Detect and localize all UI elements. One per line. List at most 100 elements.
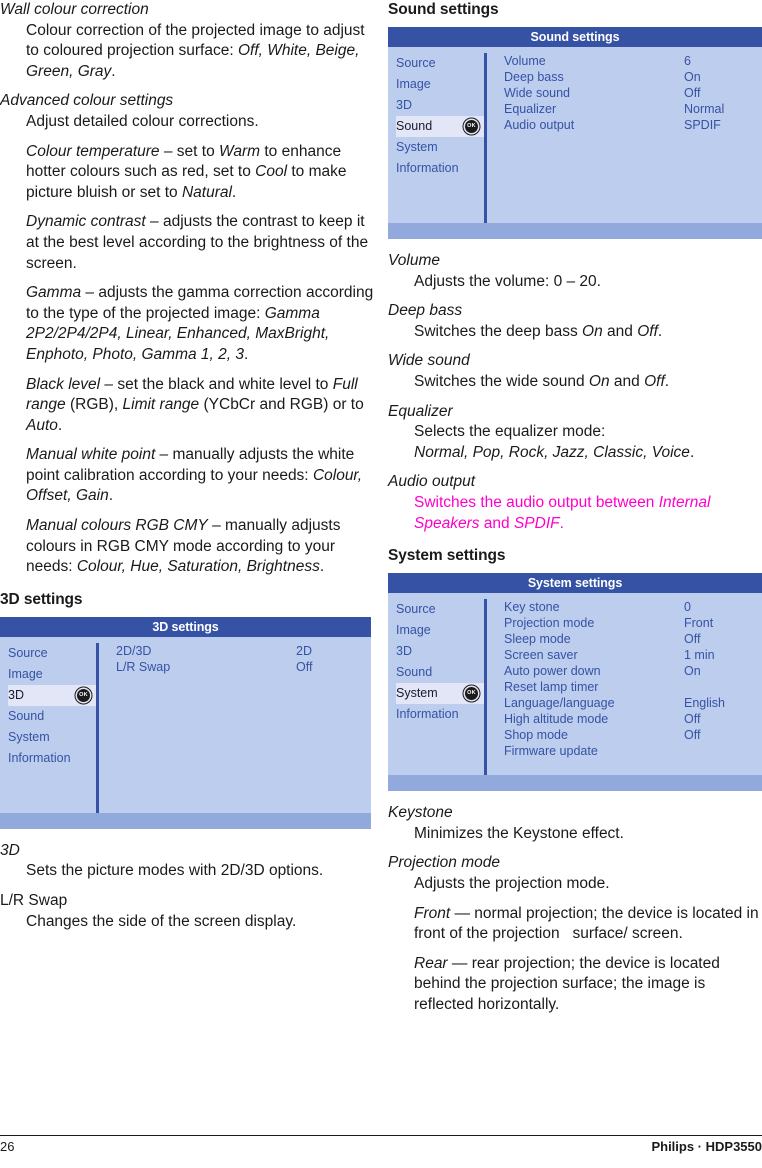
definition-term: Volume — [388, 252, 440, 269]
osd-labels-sound[interactable]: Volume Deep bass Wide sound Equalizer Audio … — [504, 53, 684, 223]
osd-nav-item-label: Information — [396, 161, 459, 175]
osd-nav-item-image[interactable]: Image — [396, 620, 484, 641]
osd-setting-label[interactable]: Firmware update — [504, 743, 684, 759]
osd-nav-item-source[interactable]: Source — [8, 643, 96, 664]
osd-nav-item-sound[interactable]: Sound OK — [396, 116, 484, 137]
sub-paragraph: Manual colours RGB CMY – manually adjust… — [26, 517, 341, 576]
sub-paragraph: Gamma – adjusts the gamma correction acc… — [26, 284, 374, 363]
manual-page: Wall colour correction Colour correction … — [0, 0, 762, 1168]
osd-setting-value: On — [684, 70, 701, 84]
osd-nav-item-label: Sound — [8, 708, 45, 723]
ok-button-icon[interactable]: OK — [465, 687, 478, 701]
definition-term: L/R Swap — [0, 892, 68, 910]
definition-description: Switches the audio output between Intern… — [414, 493, 711, 532]
osd-title-3d: 3D settings — [0, 616, 371, 637]
osd-nav-item-system[interactable]: System — [396, 137, 484, 158]
osd-nav-item-3d[interactable]: 3D — [396, 95, 484, 116]
osd-nav-item-label: Image — [396, 623, 431, 638]
osd-setting-label[interactable]: Screen saver — [504, 647, 684, 663]
osd-nav-item-information[interactable]: Information — [396, 158, 484, 179]
definition-description: Adjust detailed colour corrections. — [26, 112, 259, 130]
osd-nav-item-label: System — [8, 729, 50, 744]
osd-setting-label[interactable]: High altitude mode — [504, 711, 684, 727]
osd-setting-value: On — [684, 664, 701, 679]
osd-nav-item-system[interactable]: System — [8, 727, 96, 748]
osd-panel-system-settings[interactable]: System settings Source Image 3D Sound System… — [388, 573, 762, 792]
osd-nav-3d[interactable]: Source Image 3D OK Sound System Information — [0, 643, 96, 813]
osd-nav-item-information[interactable]: Information — [396, 704, 484, 725]
definition-term: Audio output — [388, 473, 476, 491]
osd-list-spacer — [504, 133, 684, 223]
osd-setting-label[interactable]: Reset lamp timer — [504, 679, 684, 695]
osd-nav-item-label: System — [396, 140, 438, 154]
osd-nav-item-label: System — [396, 686, 438, 701]
sub-paragraph: Front — normal projection; the device is… — [414, 904, 759, 943]
definition-term: Wall colour correction — [0, 1, 149, 18]
sub-paragraph: Colour temperature – set to Warm to enha… — [26, 142, 347, 201]
osd-footer-bar-sound — [388, 223, 762, 239]
osd-setting-label[interactable]: Language/language — [504, 695, 684, 711]
osd-nav-item-source[interactable]: Source — [396, 599, 484, 620]
osd-nav-item-label: Source — [396, 602, 436, 617]
osd-setting-value: SPDIF — [684, 118, 721, 132]
osd-nav-item-label: 3D — [396, 644, 412, 659]
left-column: Wall colour correction Colour correction … — [0, 0, 374, 932]
ok-button-icon[interactable]: OK — [77, 688, 90, 702]
osd-setting-value: Off — [684, 632, 701, 647]
osd-nav-sound[interactable]: Source Image 3D Sound OK System Information — [388, 53, 484, 223]
definition-term: Projection mode — [388, 854, 501, 872]
osd-setting-label[interactable]: L/R Swap — [116, 659, 296, 675]
osd-nav-item-system[interactable]: System OK — [396, 683, 484, 705]
brand-label: Philips · HDP3550 — [651, 1139, 762, 1154]
right-text-system: Keystone Minimizes the Keystone effect. Pr… — [388, 803, 762, 1015]
osd-setting-label[interactable]: Deep bass — [504, 69, 684, 85]
osd-setting-value: 2D — [296, 643, 312, 658]
left-text-top: Wall colour correction Colour correction … — [0, 0, 374, 578]
sub-paragraph: Black level – set the black and white le… — [26, 375, 364, 434]
osd-title-system: System settings — [388, 573, 762, 594]
definition-description: Selects the equalizer mode: Normal, Pop, … — [414, 423, 695, 461]
left-text-bottom: 3D Sets the picture modes with 2D/3D opti… — [0, 841, 374, 932]
osd-nav-item-sound[interactable]: Sound — [396, 662, 484, 683]
osd-setting-label[interactable]: Audio output — [504, 117, 684, 133]
osd-nav-item-label: 3D — [396, 98, 412, 112]
osd-setting-label[interactable]: Auto power down — [504, 663, 684, 679]
definition-term: Wide sound — [388, 352, 470, 370]
osd-nav-item-label: Information — [8, 750, 71, 765]
osd-nav-item-image[interactable]: Image — [396, 74, 484, 95]
osd-setting-value: Normal — [684, 102, 725, 116]
osd-footer-bar-system — [388, 775, 762, 792]
osd-setting-label[interactable]: Sleep mode — [504, 631, 684, 647]
right-text-sound: Volume Adjusts the volume: 0 – 20. Deep ba… — [388, 251, 762, 534]
osd-nav-item-3d[interactable]: 3D OK — [8, 684, 96, 706]
osd-nav-item-information[interactable]: Information — [8, 748, 96, 769]
osd-setting-label[interactable]: Volume — [504, 53, 684, 69]
osd-nav-item-image[interactable]: Image — [8, 664, 96, 685]
osd-panel-sound-settings[interactable]: Sound settings Source Image 3D Sound OK Syste… — [388, 27, 762, 239]
osd-nav-item-label: Image — [8, 666, 43, 681]
osd-setting-label[interactable]: Equalizer — [504, 101, 684, 117]
osd-setting-label[interactable]: Projection mode — [504, 615, 684, 631]
definition-description: Sets the picture modes with 2D/3D option… — [26, 862, 324, 880]
osd-nav-item-sound[interactable]: Sound — [8, 706, 96, 727]
osd-nav-item-3d[interactable]: 3D — [396, 641, 484, 662]
osd-setting-label[interactable]: Wide sound — [504, 85, 684, 101]
heading-system-settings: System settings — [388, 547, 506, 565]
osd-setting-label[interactable]: 2D/3D — [116, 643, 296, 659]
ok-button-icon[interactable]: OK — [465, 120, 478, 133]
definition-term: Equalizer — [388, 402, 453, 420]
heading-sound-settings: Sound settings — [388, 1, 499, 18]
osd-setting-value: Off — [296, 659, 313, 674]
osd-labels-system[interactable]: Key stone Projection mode Sleep mode Screen… — [504, 599, 684, 775]
osd-footer-bar-3d — [0, 812, 371, 829]
osd-labels-3d[interactable]: 2D/3D L/R Swap — [116, 643, 296, 813]
osd-nav-system[interactable]: Source Image 3D Sound System OK Information — [388, 599, 484, 775]
osd-setting-value: Off — [684, 728, 701, 743]
osd-setting-label[interactable]: Key stone — [504, 599, 684, 615]
osd-setting-value — [684, 679, 762, 695]
osd-nav-item-label: Source — [8, 645, 48, 660]
osd-setting-label[interactable]: Shop mode — [504, 727, 684, 743]
heading-3d-settings: 3D settings — [0, 590, 83, 608]
osd-panel-3d-settings[interactable]: 3D settings Source Image 3D OK Sound System In… — [0, 616, 371, 829]
osd-nav-item-source[interactable]: Source — [396, 53, 484, 74]
